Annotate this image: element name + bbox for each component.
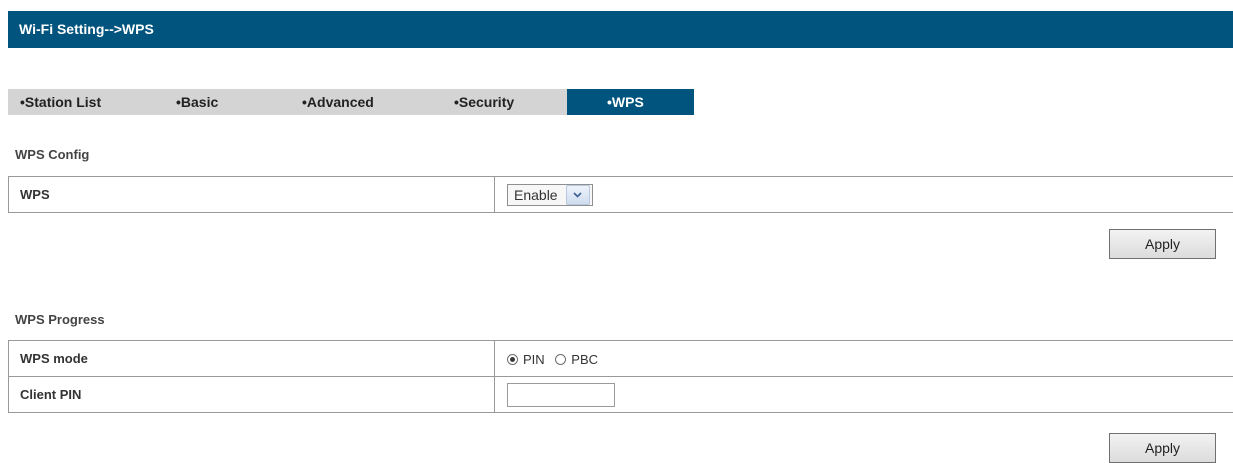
table-row: Client PIN — [9, 377, 1233, 413]
tab-bar: •Station List •Basic •Advanced •Security… — [8, 89, 694, 115]
client-pin-label: Client PIN — [9, 377, 495, 413]
tab-security[interactable]: •Security — [454, 89, 566, 115]
wps-label: WPS — [9, 177, 495, 213]
pbc-radio[interactable] — [555, 354, 566, 365]
page-header: Wi-Fi Setting-->WPS — [8, 11, 1233, 48]
wps-mode-pbc-option[interactable]: PBC — [555, 352, 598, 367]
tab-basic[interactable]: •Basic — [176, 89, 286, 115]
wps-select-value: Enable — [508, 187, 566, 203]
wps-select[interactable]: Enable — [507, 184, 593, 206]
wps-progress-apply-button[interactable]: Apply — [1109, 433, 1216, 463]
chevron-down-icon[interactable] — [566, 185, 590, 205]
wps-config-title: WPS Config — [15, 147, 89, 162]
wps-progress-table: WPS mode PIN PBC Client PIN — [8, 340, 1233, 413]
wps-config-table: WPS Enable — [8, 176, 1233, 213]
client-pin-input[interactable] — [507, 383, 615, 407]
tab-advanced[interactable]: •Advanced — [302, 89, 442, 115]
tab-station-list[interactable]: •Station List — [20, 89, 160, 115]
pin-radio[interactable] — [507, 354, 518, 365]
wps-mode-pin-option[interactable]: PIN — [507, 352, 545, 367]
wps-progress-title: WPS Progress — [15, 312, 105, 327]
pbc-radio-label: PBC — [571, 352, 598, 367]
table-row: WPS mode PIN PBC — [9, 341, 1233, 377]
pin-radio-label: PIN — [523, 352, 545, 367]
page-title: Wi-Fi Setting-->WPS — [19, 21, 154, 37]
wps-config-apply-button[interactable]: Apply — [1109, 229, 1216, 259]
wps-mode-label: WPS mode — [9, 341, 495, 377]
table-row: WPS Enable — [9, 177, 1233, 213]
tab-wps[interactable]: •WPS — [567, 89, 694, 115]
